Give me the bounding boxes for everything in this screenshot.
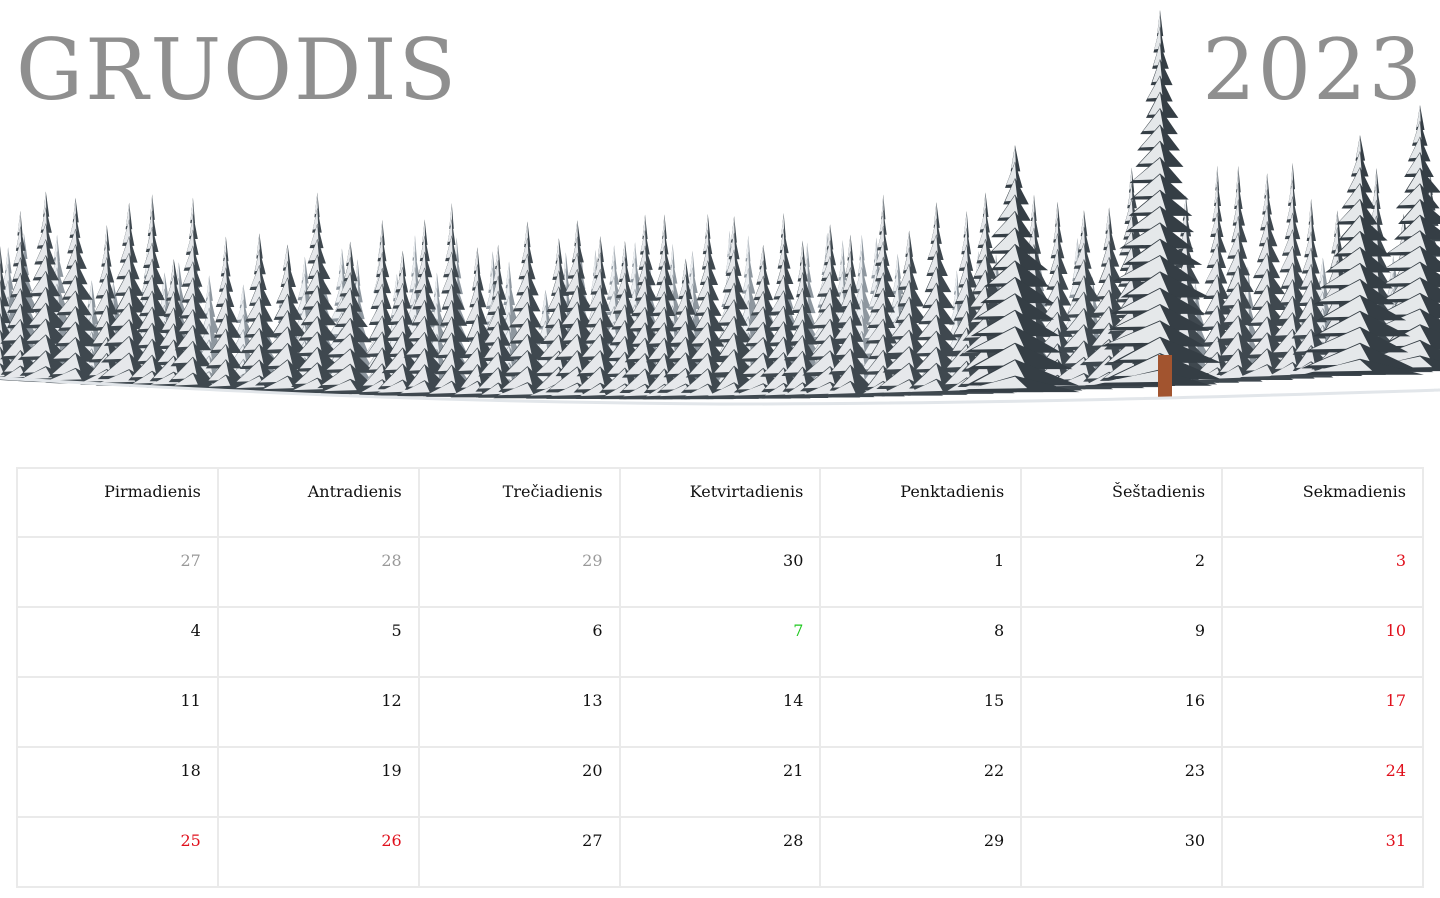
- week-row: 11 12 13 14 15 16 17: [16, 676, 1424, 748]
- day-cell-today[interactable]: 7: [618, 606, 822, 678]
- day-cell[interactable]: 21: [618, 746, 822, 818]
- day-cell[interactable]: 11: [16, 676, 219, 748]
- day-cell[interactable]: 30: [618, 536, 822, 608]
- day-cell[interactable]: 13: [417, 676, 621, 748]
- day-cell[interactable]: 10: [1221, 606, 1424, 678]
- weekday-header-row: Pirmadienis Antradienis Trečiadienis Ket…: [16, 467, 1424, 538]
- day-cell[interactable]: 18: [16, 746, 219, 818]
- day-cell[interactable]: 29: [417, 536, 621, 608]
- day-cell[interactable]: 24: [1221, 746, 1424, 818]
- day-cell[interactable]: 6: [417, 606, 621, 678]
- day-cell[interactable]: 17: [1221, 676, 1424, 748]
- day-cell[interactable]: 25: [16, 816, 219, 888]
- weekday-header-tuesday: Antradienis: [216, 467, 420, 538]
- day-cell[interactable]: 31: [1221, 816, 1424, 888]
- week-row: 4 5 6 7 8 9 10: [16, 606, 1424, 678]
- day-cell[interactable]: 15: [819, 676, 1023, 748]
- month-title: GRUODIS: [16, 21, 459, 119]
- week-row: 25 26 27 28 29 30 31: [16, 816, 1424, 888]
- day-cell[interactable]: 23: [1020, 746, 1224, 818]
- day-cell[interactable]: 30: [1020, 816, 1224, 888]
- day-cell[interactable]: 9: [1020, 606, 1224, 678]
- weekday-header-sunday: Sekmadienis: [1221, 467, 1424, 538]
- day-cell[interactable]: 2: [1020, 536, 1224, 608]
- week-row: 27 28 29 30 1 2 3: [16, 536, 1424, 608]
- day-cell[interactable]: 27: [417, 816, 621, 888]
- day-cell[interactable]: 28: [216, 536, 420, 608]
- day-cell[interactable]: 28: [618, 816, 822, 888]
- weekday-header-friday: Penktadienis: [819, 467, 1023, 538]
- weekday-header-saturday: Šeštadienis: [1020, 467, 1224, 538]
- day-cell[interactable]: 26: [216, 816, 420, 888]
- day-cell[interactable]: 5: [216, 606, 420, 678]
- year-title: 2023: [1202, 21, 1424, 119]
- day-cell[interactable]: 20: [417, 746, 621, 818]
- weekday-header-thursday: Ketvirtadienis: [618, 467, 822, 538]
- day-cell[interactable]: 8: [819, 606, 1023, 678]
- day-cell[interactable]: 1: [819, 536, 1023, 608]
- day-cell[interactable]: 27: [16, 536, 219, 608]
- week-row: 18 19 20 21 22 23 24: [16, 746, 1424, 818]
- day-cell[interactable]: 16: [1020, 676, 1224, 748]
- weekday-header-wednesday: Trečiadienis: [417, 467, 621, 538]
- day-cell[interactable]: 14: [618, 676, 822, 748]
- day-cell[interactable]: 29: [819, 816, 1023, 888]
- day-cell[interactable]: 19: [216, 746, 420, 818]
- day-cell[interactable]: 3: [1221, 536, 1424, 608]
- day-cell[interactable]: 22: [819, 746, 1023, 818]
- month-calendar-grid: Pirmadienis Antradienis Trečiadienis Ket…: [16, 467, 1424, 888]
- day-cell[interactable]: 4: [16, 606, 219, 678]
- weekday-header-monday: Pirmadienis: [16, 467, 219, 538]
- day-cell[interactable]: 12: [216, 676, 420, 748]
